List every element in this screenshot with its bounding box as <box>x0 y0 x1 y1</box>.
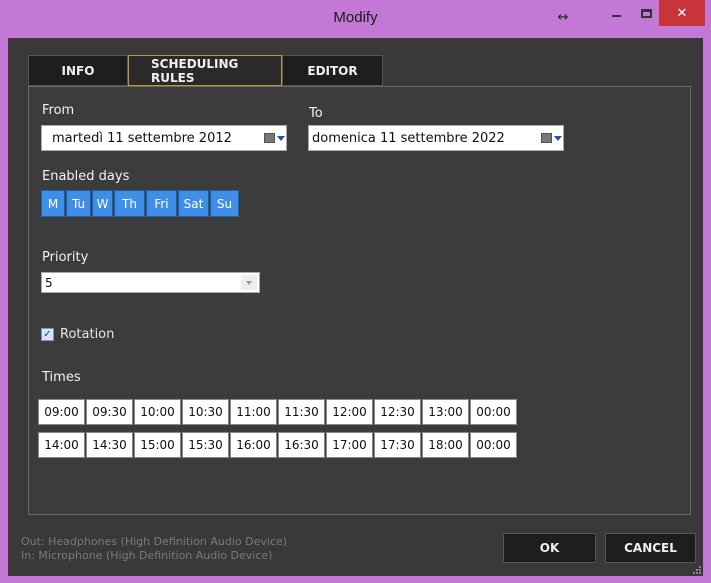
tab-bar: INFO SCHEDULING RULES EDITOR <box>28 55 383 86</box>
resize-arrows-icon[interactable]: ↔ <box>548 4 578 30</box>
time-slot[interactable]: 11:30 <box>278 399 325 425</box>
times-label: Times <box>42 370 81 385</box>
time-slot[interactable]: 17:00 <box>326 432 373 458</box>
output-device-text: Out: Headphones (High Definition Audio D… <box>21 535 288 548</box>
time-slot[interactable]: 11:00 <box>230 399 277 425</box>
day-toggle-friday[interactable]: Fri <box>146 190 177 217</box>
tab-info[interactable]: INFO <box>28 55 128 86</box>
time-slot[interactable]: 15:00 <box>134 432 181 458</box>
enabled-days-toggle-group: M Tu W Th Fri Sat Su <box>41 190 240 217</box>
time-slot[interactable]: 12:30 <box>374 399 421 425</box>
time-slot[interactable]: 10:00 <box>134 399 181 425</box>
time-slot[interactable]: 16:00 <box>230 432 277 458</box>
calendar-dropdown-icon[interactable] <box>262 133 286 143</box>
cancel-button[interactable]: CANCEL <box>605 533 696 563</box>
minimize-button[interactable] <box>602 0 630 26</box>
day-toggle-wednesday[interactable]: W <box>92 190 113 217</box>
from-date-picker[interactable]: martedì 11 settembre 2012 <box>41 125 287 151</box>
day-toggle-tuesday[interactable]: Tu <box>66 190 91 217</box>
enabled-days-label: Enabled days <box>42 169 130 184</box>
from-label: From <box>42 103 75 118</box>
priority-value: 5 <box>45 275 53 290</box>
time-slot[interactable]: 14:00 <box>38 432 85 458</box>
time-slot[interactable]: 09:00 <box>38 399 85 425</box>
dialog-body: INFO SCHEDULING RULES EDITOR From marted… <box>8 38 703 576</box>
time-slot[interactable]: 12:00 <box>326 399 373 425</box>
minimize-icon <box>611 15 621 17</box>
tab-scheduling-rules[interactable]: SCHEDULING RULES <box>128 55 282 86</box>
time-slot[interactable]: 17:30 <box>374 432 421 458</box>
times-row-1: 09:00 09:30 10:00 10:30 11:00 11:30 12:0… <box>38 399 518 425</box>
rotation-checkbox[interactable]: ✓ <box>41 328 54 341</box>
day-toggle-thursday[interactable]: Th <box>114 190 145 217</box>
time-slot[interactable]: 14:30 <box>86 432 133 458</box>
chevron-down-icon[interactable] <box>241 275 257 290</box>
time-slot[interactable]: 10:30 <box>182 399 229 425</box>
tab-editor[interactable]: EDITOR <box>282 55 383 86</box>
day-toggle-saturday[interactable]: Sat <box>178 190 209 217</box>
times-row-2: 14:00 14:30 15:00 15:30 16:00 16:30 17:0… <box>38 432 518 458</box>
maximize-icon <box>640 8 652 18</box>
calendar-dropdown-icon[interactable] <box>539 133 563 143</box>
time-slot[interactable]: 13:00 <box>422 399 469 425</box>
scheduling-rules-panel: From martedì 11 settembre 2012 To domeni… <box>28 86 691 515</box>
time-slot[interactable]: 00:00 <box>470 399 517 425</box>
input-device-text: In: Microphone (High Definition Audio De… <box>21 549 273 562</box>
to-date-picker[interactable]: domenica 11 settembre 2022 <box>308 125 564 151</box>
priority-select[interactable]: 5 <box>41 272 260 293</box>
day-toggle-monday[interactable]: M <box>41 190 65 217</box>
ok-button[interactable]: OK <box>503 533 596 563</box>
priority-label: Priority <box>42 250 89 265</box>
close-button[interactable]: ✕ <box>659 0 705 26</box>
to-date-value: domenica 11 settembre 2022 <box>312 130 505 146</box>
rotation-label: Rotation <box>60 327 115 342</box>
title-bar[interactable]: Modify ↔ ✕ <box>0 0 711 38</box>
time-slot[interactable]: 15:30 <box>182 432 229 458</box>
modify-window: Modify ↔ ✕ INFO SCHEDULING RULES EDITOR … <box>0 0 711 583</box>
time-slot[interactable]: 00:00 <box>470 432 517 458</box>
audio-device-info: Out: Headphones (High Definition Audio D… <box>21 535 287 563</box>
from-date-value: martedì 11 settembre 2012 <box>52 130 232 146</box>
resize-grip-icon[interactable] <box>693 566 701 574</box>
to-label: To <box>309 106 323 121</box>
maximize-button[interactable] <box>632 0 660 26</box>
time-slot[interactable]: 09:30 <box>86 399 133 425</box>
day-toggle-sunday[interactable]: Su <box>210 190 239 217</box>
time-slot[interactable]: 16:30 <box>278 432 325 458</box>
rotation-option[interactable]: ✓ Rotation <box>41 327 114 342</box>
time-slot[interactable]: 18:00 <box>422 432 469 458</box>
